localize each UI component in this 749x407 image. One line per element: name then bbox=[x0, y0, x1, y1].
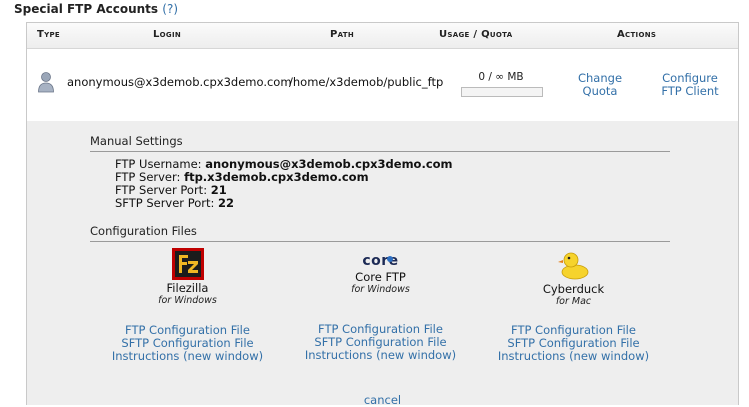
user-icon bbox=[38, 72, 54, 93]
config-files-title: Configuration Files bbox=[90, 224, 197, 238]
ftp-port-label: FTP Server Port: bbox=[115, 183, 208, 197]
cyberduck-instructions-link[interactable]: Instructions (new window) bbox=[477, 350, 670, 363]
ftp-client-details: Manual Settings FTP Username: anonymous@… bbox=[27, 121, 738, 407]
coreftp-logo-text: core bbox=[362, 253, 399, 269]
configure-ftp-client-link[interactable]: Configure FTP Client bbox=[655, 72, 725, 98]
page-title-text: Special FTP Accounts bbox=[14, 2, 159, 16]
coreftp-logo-mark-icon bbox=[387, 256, 393, 262]
header-usage-quota[interactable]: Usage / Quota bbox=[439, 29, 512, 40]
cyberduck-name: Cyberduck bbox=[542, 282, 605, 296]
sftp-port-label: SFTP Server Port: bbox=[115, 196, 215, 210]
cancel-link[interactable]: cancel bbox=[27, 393, 738, 407]
filezilla-os: for Windows bbox=[158, 295, 217, 306]
header-path[interactable]: Path bbox=[330, 29, 354, 40]
coreftp-os: for Windows bbox=[351, 284, 410, 295]
manual-settings-title: Manual Settings bbox=[90, 134, 183, 148]
table-header: Type Login Path Usage / Quota Actions bbox=[27, 23, 738, 49]
ftp-server-label: FTP Server: bbox=[115, 170, 181, 184]
ftp-accounts-panel: Type Login Path Usage / Quota Actions an… bbox=[26, 22, 739, 407]
ftp-server-value: ftp.x3demob.cpx3demo.com bbox=[184, 170, 369, 184]
path-value: /home/x3demob/public_ftp bbox=[289, 75, 444, 89]
manual-settings-divider bbox=[90, 151, 670, 152]
configure-line-2: FTP Client bbox=[661, 84, 719, 98]
ftp-username-label: FTP Username: bbox=[115, 157, 202, 171]
usage-bar bbox=[461, 87, 543, 97]
change-quota-link[interactable]: Change Quota bbox=[567, 72, 633, 98]
filezilla-instructions-link[interactable]: Instructions (new window) bbox=[91, 350, 284, 363]
client-filezilla: Filezilla for Windows FTP Configuration … bbox=[91, 247, 284, 363]
ftp-port-value: 21 bbox=[210, 183, 227, 197]
filezilla-name: Filezilla bbox=[166, 281, 209, 295]
usage-text: 0 / ∞ MB bbox=[478, 71, 524, 83]
header-actions: Actions bbox=[617, 29, 657, 40]
coreftp-instructions-link[interactable]: Instructions (new window) bbox=[284, 349, 477, 362]
page-title: Special FTP Accounts (?) bbox=[14, 2, 178, 16]
sftp-port-row: SFTP Server Port: 22 bbox=[115, 197, 234, 210]
sftp-port-value: 22 bbox=[218, 196, 235, 210]
table-row: anonymous@x3demob.cpx3demo.com /home/x3d… bbox=[27, 49, 738, 121]
header-type[interactable]: Type bbox=[37, 29, 60, 40]
header-login[interactable]: Login bbox=[153, 29, 181, 40]
help-link[interactable]: (?) bbox=[162, 2, 178, 16]
filezilla-logo-icon[interactable] bbox=[171, 247, 205, 281]
cyberduck-logo-icon[interactable] bbox=[557, 247, 591, 281]
config-files-divider bbox=[90, 241, 670, 242]
client-cyberduck: Cyberduck for Mac FTP Configuration File… bbox=[477, 247, 670, 363]
cyberduck-os: for Mac bbox=[555, 296, 592, 307]
client-coreftp: core Core FTP for Windows FTP Configurat… bbox=[284, 247, 477, 362]
change-quota-line-2: Quota bbox=[582, 84, 618, 98]
login-value: anonymous@x3demob.cpx3demo.com bbox=[67, 75, 292, 89]
ftp-username-value: anonymous@x3demob.cpx3demo.com bbox=[205, 157, 453, 171]
coreftp-logo-icon[interactable]: core bbox=[284, 247, 477, 281]
